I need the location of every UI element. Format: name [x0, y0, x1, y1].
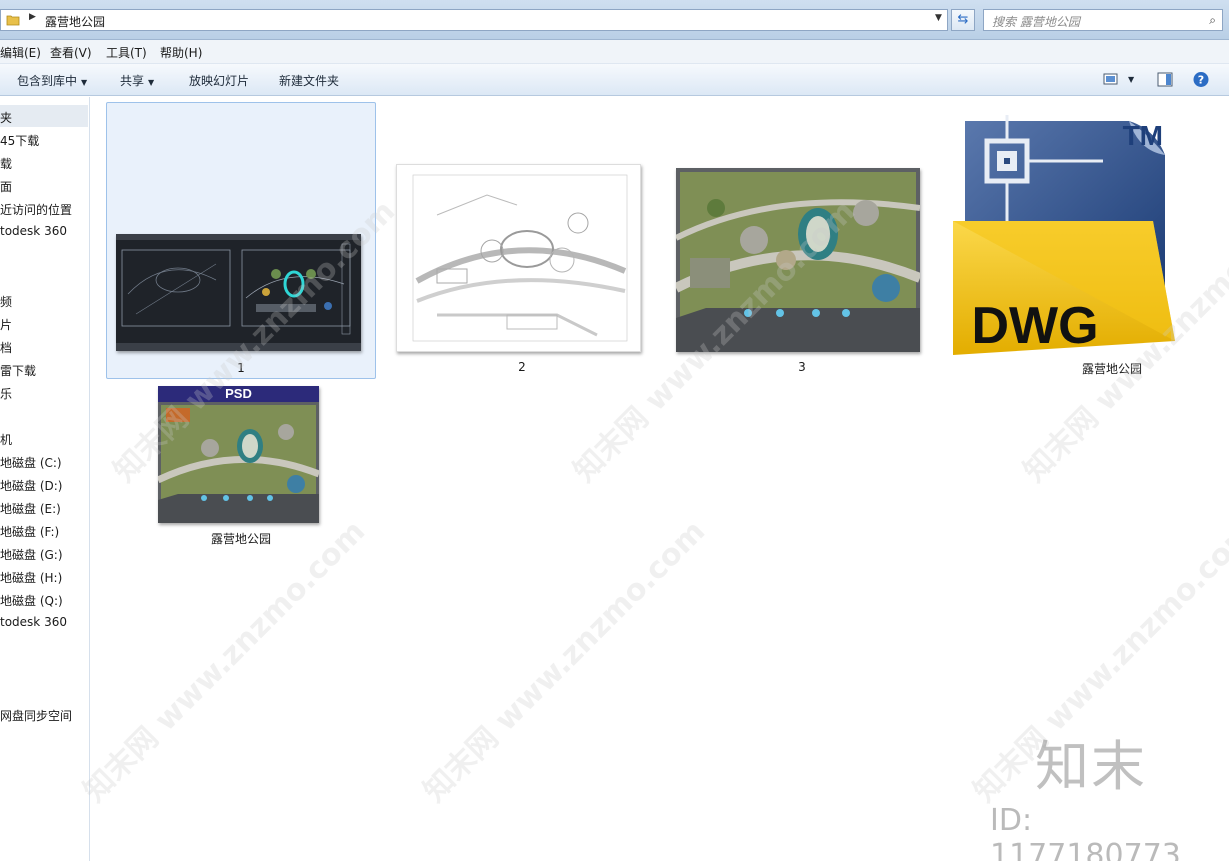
nav-item-drive-g[interactable]: 地磁盘 (G:) — [0, 546, 63, 563]
nav-item-autodesk-360-2[interactable]: todesk 360 — [0, 615, 67, 629]
file-item-psd[interactable]: PSD 露营地公园 — [106, 382, 376, 552]
file-item-2[interactable]: 2 — [387, 102, 657, 379]
include-library-label: 包含到库中 — [17, 74, 78, 88]
nav-item-thunder-downloads[interactable]: 雷下载 — [0, 362, 36, 379]
nav-item-downloads-2345[interactable]: 45下载 — [0, 132, 39, 149]
view-options-chevron-icon[interactable]: ▼ — [1128, 75, 1134, 84]
nav-item-computer[interactable]: 机 — [0, 431, 12, 448]
nav-item-autodesk-360[interactable]: todesk 360 — [0, 224, 67, 238]
address-path[interactable]: 露营地公园 — [45, 13, 105, 30]
nav-item-downloads[interactable]: 载 — [0, 155, 12, 172]
address-box[interactable]: ▶ 露营地公园 ▼ — [0, 9, 948, 31]
cad-line-drawing-graphic — [412, 174, 628, 342]
file-item-3[interactable]: 3 — [667, 102, 937, 379]
help-icon[interactable]: ? — [1192, 71, 1210, 88]
chevron-down-icon: ▼ — [148, 78, 155, 87]
navigation-pane: 夹 45下载 载 面 近访问的位置 todesk 360 频 片 档 雷下载 乐… — [0, 97, 90, 861]
file-item-dwg[interactable]: DWG TM 露营地公园 — [947, 102, 1217, 379]
file-item-1[interactable]: 1 — [106, 102, 376, 379]
address-dropdown-icon[interactable]: ▼ — [935, 13, 942, 23]
dwg-file-icon: DWG TM — [953, 115, 1175, 355]
breadcrumb-arrow-icon[interactable]: ▶ — [29, 12, 36, 22]
nav-item-drive-f[interactable]: 地磁盘 (F:) — [0, 523, 59, 540]
nav-item-pictures[interactable]: 片 — [0, 316, 12, 333]
chevron-down-icon: ▼ — [81, 78, 88, 87]
address-bar: ▶ 露营地公园 ▼ ⇆ 搜索 露营地公园 ⌕ — [0, 0, 1229, 40]
nav-item-drive-e[interactable]: 地磁盘 (E:) — [0, 500, 61, 517]
watermark-diagonal: 知末网 www.znzmo.com — [77, 513, 373, 810]
thumbnail-cad-lines — [396, 164, 641, 352]
file-name: 3 — [798, 360, 806, 374]
psd-badge: PSD — [158, 386, 319, 402]
nav-item-recent-places[interactable]: 近访问的位置 — [0, 201, 72, 218]
psd-preview-graphic — [158, 402, 319, 523]
view-options-icon[interactable] — [1102, 71, 1120, 88]
share-label: 共享 — [120, 74, 145, 88]
folder-icon — [6, 15, 20, 26]
thumbnail-cad-dark — [116, 234, 361, 351]
slideshow-button[interactable]: 放映幻灯片 — [189, 72, 249, 89]
file-name: 1 — [237, 361, 245, 375]
nav-item-documents[interactable]: 档 — [0, 339, 12, 356]
menu-edit[interactable]: 编辑(E) — [0, 44, 41, 61]
command-toolbar: 包含到库中 ▼ 共享 ▼ 放映幻灯片 新建文件夹 ▼ ? — [0, 64, 1229, 96]
thumbnail-color-plan — [676, 168, 920, 352]
nav-item-favorites[interactable]: 夹 — [0, 105, 88, 127]
nav-item-drive-d[interactable]: 地磁盘 (D:) — [0, 477, 62, 494]
watermark-diagonal: 知末网 www.znzmo.com — [417, 513, 713, 810]
nav-item-drive-h[interactable]: 地磁盘 (H:) — [0, 569, 62, 586]
nav-item-music[interactable]: 乐 — [0, 385, 12, 402]
watermark-id: ID: 1177180773 — [990, 803, 1181, 861]
file-name: 2 — [518, 360, 526, 374]
new-folder-button[interactable]: 新建文件夹 — [279, 72, 339, 89]
color-plan-graphic — [676, 168, 920, 352]
search-placeholder: 搜索 露营地公园 — [992, 15, 1080, 29]
include-library-button[interactable]: 包含到库中 ▼ — [17, 72, 87, 89]
share-button[interactable]: 共享 ▼ — [120, 72, 154, 89]
nav-item-drive-c[interactable]: 地磁盘 (C:) — [0, 454, 62, 471]
menu-help[interactable]: 帮助(H) — [160, 44, 202, 61]
nav-item-desktop[interactable]: 面 — [0, 178, 12, 195]
file-name: 露营地公园 — [1081, 362, 1142, 376]
thumbnail-psd: PSD — [158, 386, 319, 523]
dwg-icon-text: DWG — [971, 297, 1098, 355]
watermark-brand: 知末 — [1035, 735, 1147, 798]
refresh-button[interactable]: ⇆ — [951, 9, 975, 31]
menu-view[interactable]: 查看(V) — [50, 44, 92, 61]
nav-item-videos[interactable]: 频 — [0, 293, 12, 310]
svg-text:?: ? — [1198, 74, 1204, 87]
menu-bar: 编辑(E) 查看(V) 工具(T) 帮助(H) — [0, 40, 1229, 64]
preview-pane-icon[interactable] — [1156, 71, 1174, 88]
search-input[interactable]: 搜索 露营地公园 ⌕ — [983, 9, 1223, 31]
cad-dark-preview-graphic — [116, 234, 361, 351]
nav-item-cloud-sync[interactable]: 网盘同步空间 — [0, 707, 72, 724]
trademark-text: TM — [1123, 120, 1163, 151]
search-icon[interactable]: ⌕ — [1209, 13, 1216, 28]
menu-tools[interactable]: 工具(T) — [106, 44, 147, 61]
nav-item-drive-q[interactable]: 地磁盘 (Q:) — [0, 592, 63, 609]
file-name: 露营地公园 — [210, 532, 271, 546]
